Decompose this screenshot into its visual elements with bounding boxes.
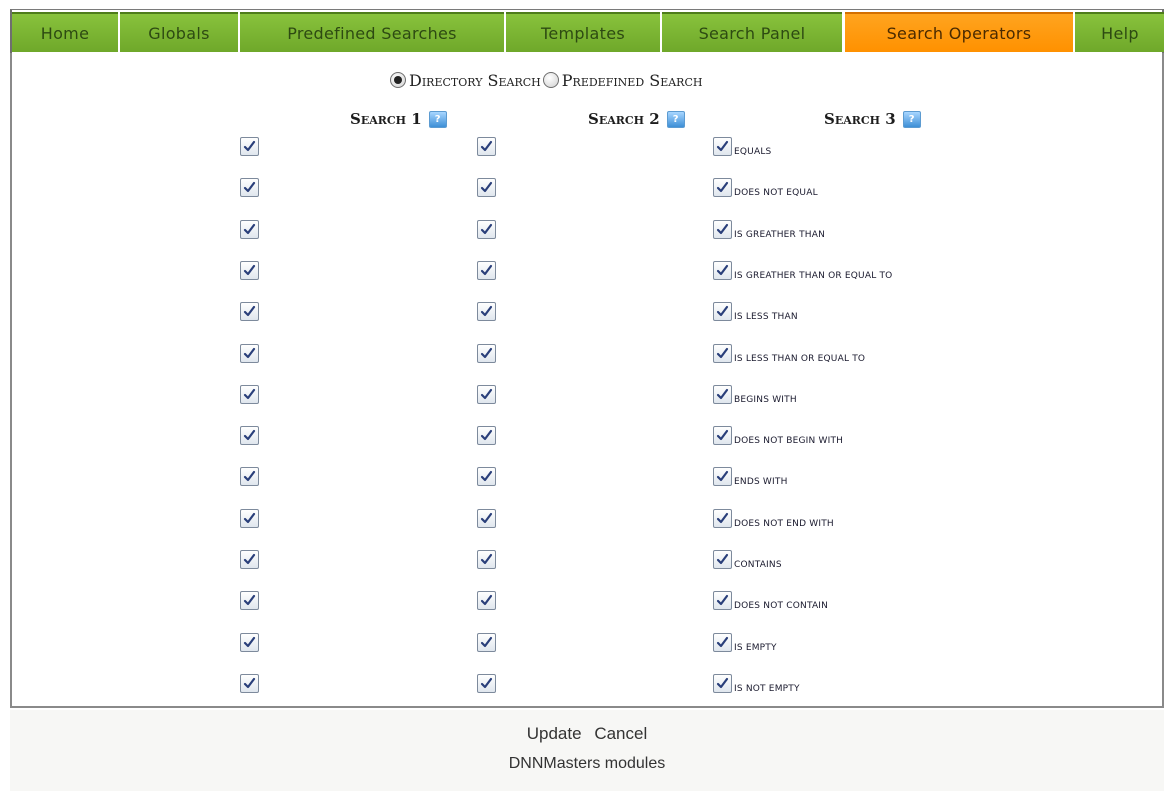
checkbox-search-3[interactable] (713, 550, 732, 569)
cancel-link[interactable]: Cancel (594, 724, 647, 743)
checkbox-search-1[interactable] (240, 632, 259, 652)
checkbox-search-1[interactable] (240, 426, 259, 446)
checkbox-search-3[interactable] (713, 343, 732, 363)
operator-label: contains (734, 560, 782, 570)
search-type-selector: Directory Search Predefined Search (390, 70, 702, 90)
checkbox-search-3[interactable] (713, 508, 732, 528)
column-header-search-1: Search 1 ? (350, 107, 447, 131)
operator-label: is less than or equal to (734, 353, 866, 364)
checkbox-search-1[interactable] (240, 591, 259, 611)
help-icon[interactable]: ? (428, 110, 447, 128)
checkbox-search-1[interactable] (240, 137, 259, 156)
radio-directory-search-label[interactable]: Directory Search (409, 71, 541, 90)
checkbox-search-3[interactable] (713, 178, 732, 198)
footer: Update Cancel DNNMasters modules (10, 710, 1164, 791)
operator-label: is not empty (734, 683, 800, 694)
credit-text: DNNMasters modules (508, 755, 666, 772)
operator-label: does not end with (734, 518, 834, 529)
help-icon[interactable]: ? (666, 110, 685, 128)
checkbox-search-3[interactable] (713, 302, 732, 322)
search-operators-panel: Directory Search Predefined Search Searc… (10, 53, 1164, 708)
checkbox-search-1[interactable] (240, 508, 259, 528)
tab-globals[interactable]: Globals (120, 12, 238, 52)
operator-label: is greather than (734, 229, 826, 240)
tab-help[interactable]: Help (1075, 12, 1164, 52)
checkbox-search-1[interactable] (240, 178, 259, 198)
tab-bar: Home Globals Predefined Searches Templates S… (10, 9, 1164, 53)
checkbox-search-2[interactable] (477, 137, 496, 156)
radio-predefined-search-label[interactable]: Predefined Search (562, 71, 703, 90)
checkbox-search-2[interactable] (477, 550, 496, 569)
column-header-label: Search 1 (350, 110, 422, 128)
operator-label: is greather than or equal to (734, 270, 893, 281)
checkbox-search-1[interactable] (240, 384, 259, 404)
checkbox-search-2[interactable] (477, 302, 496, 322)
checkbox-search-1[interactable] (240, 550, 259, 569)
checkbox-search-1[interactable] (240, 343, 259, 363)
checkbox-search-3[interactable] (713, 384, 732, 404)
form-actions: Update Cancel (10, 724, 1164, 744)
tab-home[interactable]: Home (12, 12, 118, 52)
checkbox-search-3[interactable] (713, 260, 732, 280)
radio-directory-search[interactable] (390, 72, 406, 88)
checkbox-search-3[interactable] (713, 632, 732, 652)
checkbox-search-2[interactable] (477, 467, 496, 487)
checkbox-search-2[interactable] (477, 591, 496, 611)
operator-label: ends with (734, 477, 788, 488)
checkbox-search-3[interactable] (713, 467, 732, 487)
operator-label: is less than (734, 312, 798, 323)
operator-label: does not contain (734, 601, 829, 612)
checkbox-search-2[interactable] (477, 260, 496, 280)
checkbox-search-2[interactable] (477, 632, 496, 652)
checkbox-search-1[interactable] (240, 260, 259, 280)
checkbox-search-2[interactable] (477, 219, 496, 239)
checkbox-search-3[interactable] (713, 137, 732, 156)
operator-label: is empty (734, 642, 777, 653)
tab-templates[interactable]: Templates (506, 12, 660, 52)
update-link[interactable]: Update (527, 724, 582, 743)
checkbox-search-1[interactable] (240, 302, 259, 322)
checkbox-search-2[interactable] (477, 178, 496, 198)
operator-label: begins with (734, 394, 797, 405)
operator-label: does not begin with (734, 436, 844, 447)
column-header-label: Search 3 (824, 110, 896, 128)
checkbox-search-1[interactable] (240, 219, 259, 239)
radio-predefined-search[interactable] (542, 72, 559, 88)
column-header-search-2: Search 2 ? (588, 107, 685, 131)
checkbox-search-1[interactable] (240, 673, 259, 693)
operator-label: equals (734, 147, 772, 157)
checkbox-search-3[interactable] (713, 591, 732, 611)
checkbox-search-3[interactable] (713, 219, 732, 239)
help-icon[interactable]: ? (902, 110, 921, 128)
checkbox-search-2[interactable] (477, 508, 496, 528)
column-header-search-3: Search 3 ? (824, 107, 921, 131)
tab-search-operators[interactable]: Search Operators (845, 12, 1073, 52)
checkbox-search-2[interactable] (477, 343, 496, 363)
tab-search-panel[interactable]: Search Panel (662, 12, 842, 52)
checkbox-search-2[interactable] (477, 384, 496, 404)
tab-predefined-searches[interactable]: Predefined Searches (240, 12, 504, 52)
checkbox-search-1[interactable] (240, 467, 259, 487)
checkbox-search-3[interactable] (713, 673, 732, 693)
checkbox-search-2[interactable] (477, 426, 496, 446)
checkbox-search-2[interactable] (477, 673, 496, 693)
checkbox-search-3[interactable] (713, 426, 732, 446)
operator-label: does not equal (734, 188, 818, 199)
column-header-label: Search 2 (588, 110, 660, 128)
